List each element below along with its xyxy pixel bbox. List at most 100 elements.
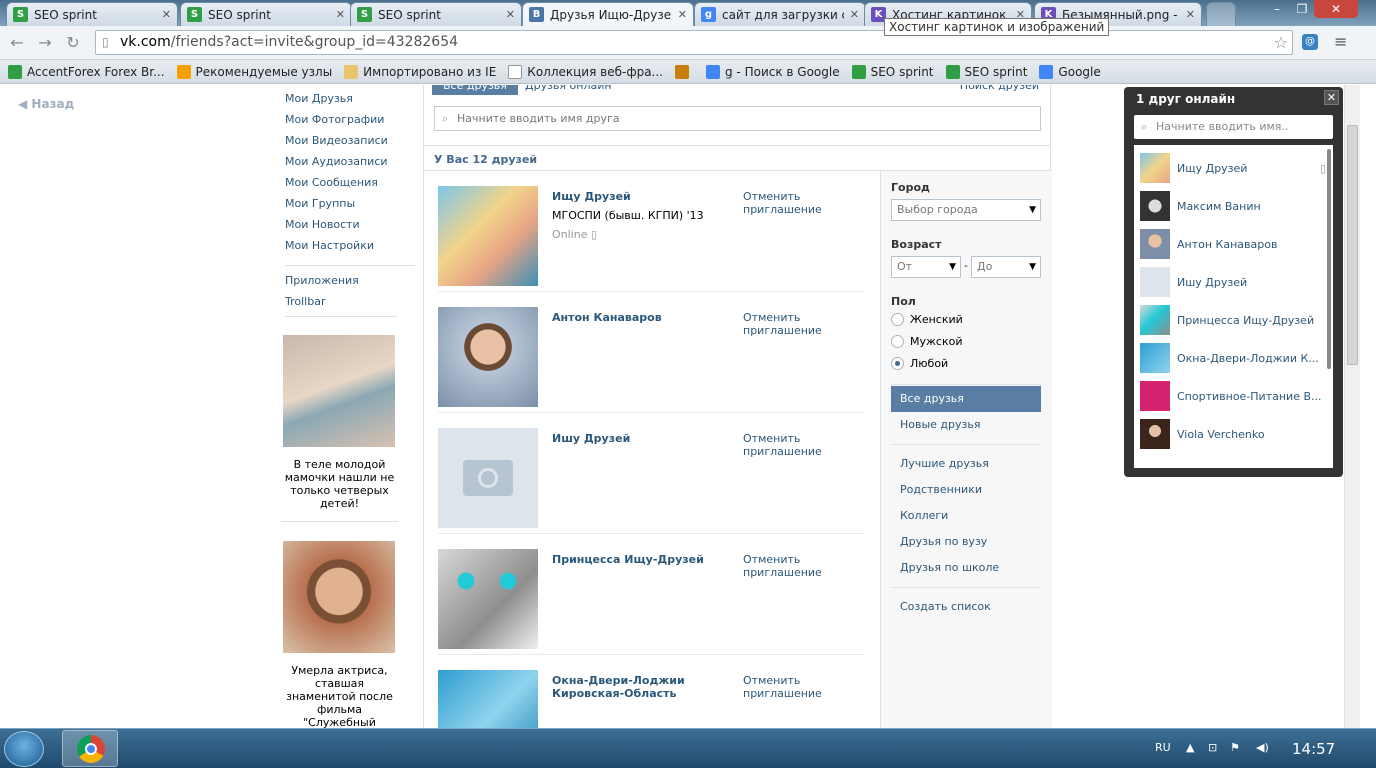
- bookmark-item[interactable]: AccentForex Forex Br...: [8, 64, 165, 79]
- flag-icon[interactable]: ⚑: [1230, 741, 1240, 754]
- online-friend-item[interactable]: Максим Ванин: [1140, 187, 1326, 225]
- close-icon[interactable]: ✕: [850, 8, 859, 21]
- reload-icon[interactable]: ↻: [62, 33, 84, 53]
- city-select[interactable]: Выбор города ▼: [891, 199, 1041, 221]
- menu-item-messages[interactable]: Мои Сообщения: [285, 176, 415, 197]
- list-new-friends[interactable]: Новые друзья: [891, 412, 1041, 438]
- radio-male[interactable]: Мужской: [891, 335, 962, 348]
- radio-circle[interactable]: [891, 313, 904, 326]
- ad-block[interactable]: В теле молодой мамочки нашли не только ч…: [281, 335, 398, 510]
- online-friend-item[interactable]: Ишу Друзей: [1140, 263, 1326, 301]
- radio-circle[interactable]: [891, 335, 904, 348]
- friend-name[interactable]: Принцесса Ищу-Друзей: [552, 553, 727, 566]
- ad-image[interactable]: [283, 335, 395, 447]
- close-icon[interactable]: ✕: [1186, 8, 1195, 21]
- clock[interactable]: 14:57: [1292, 740, 1335, 758]
- back-link[interactable]: ◀ Назад: [18, 97, 74, 111]
- radio-circle-selected[interactable]: [891, 357, 904, 370]
- tab-find-friends[interactable]: Поиск друзей: [949, 85, 1050, 95]
- browser-tab[interactable]: g сайт для загрузки скр ✕: [694, 2, 866, 26]
- restore-icon[interactable]: ❐: [1290, 0, 1314, 18]
- minimize-icon[interactable]: –: [1264, 0, 1290, 18]
- close-icon[interactable]: ✕: [336, 8, 345, 21]
- bookmark-item[interactable]: SEO sprint: [851, 64, 934, 79]
- bookmark-item[interactable]: g - Поиск в Google: [706, 64, 840, 79]
- language-indicator[interactable]: RU: [1155, 741, 1171, 754]
- ad-image[interactable]: [283, 541, 395, 653]
- cancel-invite-link[interactable]: Отменить приглашение: [743, 311, 833, 337]
- list-school-friends[interactable]: Друзья по школе: [891, 555, 1041, 581]
- browser-tab[interactable]: S SEO sprint ✕: [350, 2, 522, 26]
- browser-tab[interactable]: S SEO sprint ✕: [6, 2, 178, 26]
- menu-item-videos[interactable]: Мои Видеозаписи: [285, 134, 415, 155]
- close-icon[interactable]: ✕: [162, 8, 171, 21]
- friend-name[interactable]: Ищу Друзей: [552, 190, 727, 203]
- friend-photo[interactable]: [438, 186, 538, 286]
- friend-photo[interactable]: [438, 670, 538, 728]
- menu-item-apps[interactable]: Приложения: [285, 274, 415, 295]
- tab-all-friends[interactable]: Все друзья: [432, 85, 518, 95]
- bookmark-star-icon[interactable]: ☆: [1274, 31, 1288, 54]
- extension-icon[interactable]: @: [1302, 34, 1318, 50]
- online-friend-item[interactable]: Ищу Друзей ▯: [1140, 149, 1326, 187]
- menu-icon[interactable]: ≡: [1334, 32, 1347, 51]
- online-search-input[interactable]: ⌕ Начните вводить имя..: [1134, 115, 1333, 139]
- page-scrollbar[interactable]: [1344, 85, 1360, 728]
- cancel-invite-link[interactable]: Отменить приглашение: [743, 432, 833, 458]
- network-icon[interactable]: ⊡: [1208, 741, 1217, 754]
- friend-name[interactable]: Окна-Двери-Лоджии Кировская-Область: [552, 674, 727, 700]
- create-list-link[interactable]: Создать список: [891, 594, 1041, 620]
- show-hidden-icons[interactable]: ▲: [1186, 741, 1194, 754]
- browser-tab[interactable]: S SEO sprint ✕: [180, 2, 352, 26]
- menu-item-groups[interactable]: Мои Группы: [285, 197, 415, 218]
- ad-text[interactable]: В теле молодой мамочки нашли не только ч…: [281, 458, 398, 510]
- friend-photo[interactable]: [438, 307, 538, 407]
- age-from-select[interactable]: От ▼: [891, 256, 961, 278]
- bookmark-item[interactable]: Google: [1039, 64, 1101, 79]
- list-relatives[interactable]: Родственники: [891, 477, 1041, 503]
- list-colleagues[interactable]: Коллеги: [891, 503, 1041, 529]
- forward-arrow-icon[interactable]: →: [34, 33, 56, 53]
- bookmark-item[interactable]: Коллекция веб-фра...: [508, 64, 663, 79]
- radio-female[interactable]: Женский: [891, 313, 963, 326]
- age-to-select[interactable]: До ▼: [971, 256, 1041, 278]
- close-icon[interactable]: ✕: [1324, 90, 1339, 105]
- list-all-friends[interactable]: Все друзья: [891, 386, 1041, 412]
- bookmark-item[interactable]: [675, 64, 694, 79]
- online-friend-item[interactable]: Спортивное-Питание В...: [1140, 377, 1326, 415]
- friend-name[interactable]: Ишу Друзей: [552, 432, 727, 445]
- bookmark-item[interactable]: Рекомендуемые узлы: [176, 64, 332, 79]
- browser-tab-active[interactable]: B Друзья Ищю-Друзея ∠ ✕: [522, 2, 694, 26]
- radio-any[interactable]: Любой: [891, 357, 948, 370]
- chrome-taskbar-button[interactable]: [62, 730, 118, 767]
- start-button[interactable]: [4, 731, 44, 767]
- tab-friends-online[interactable]: Друзья онлайн: [514, 85, 623, 95]
- friend-photo[interactable]: [438, 428, 538, 528]
- list-best-friends[interactable]: Лучшие друзья: [891, 451, 1041, 477]
- menu-item-news[interactable]: Мои Новости: [285, 218, 415, 239]
- menu-item-settings[interactable]: Мои Настройки: [285, 239, 415, 260]
- online-friend-item[interactable]: Viola Verchenko: [1140, 415, 1326, 453]
- cancel-invite-link[interactable]: Отменить приглашение: [743, 190, 833, 216]
- back-arrow-icon[interactable]: ←: [6, 33, 28, 53]
- close-icon[interactable]: ✕: [678, 8, 687, 21]
- friend-search-input[interactable]: ⌕ Начните вводить имя друга: [434, 106, 1041, 131]
- scrollbar-thumb[interactable]: [1347, 125, 1358, 365]
- new-tab-button[interactable]: [1206, 2, 1236, 26]
- friend-name[interactable]: Антон Канаваров: [552, 311, 727, 324]
- bookmark-folder[interactable]: Импортировано из IE: [344, 64, 496, 79]
- online-friend-item[interactable]: Принцесса Ищу-Друзей: [1140, 301, 1326, 339]
- online-friend-item[interactable]: Окна-Двери-Лоджии К...: [1140, 339, 1326, 377]
- menu-item-audio[interactable]: Мои Аудиозаписи: [285, 155, 415, 176]
- online-friend-item[interactable]: Антон Канаваров: [1140, 225, 1326, 263]
- close-icon[interactable]: ✕: [506, 8, 515, 21]
- friend-photo[interactable]: [438, 549, 538, 649]
- menu-item-trollbar[interactable]: Trollbar: [285, 295, 415, 316]
- list-university-friends[interactable]: Друзья по вузу: [891, 529, 1041, 555]
- menu-item-photos[interactable]: Мои Фотографии: [285, 113, 415, 134]
- menu-item-friends[interactable]: Мои Друзья: [285, 92, 415, 113]
- address-bar[interactable]: ▯ vk.com/friends?act=invite&group_id=432…: [95, 30, 1293, 55]
- close-window-icon[interactable]: ✕: [1314, 0, 1358, 18]
- ad-block[interactable]: Умерла актриса, ставшая знаменитой после…: [281, 541, 398, 728]
- cancel-invite-link[interactable]: Отменить приглашение: [743, 674, 833, 700]
